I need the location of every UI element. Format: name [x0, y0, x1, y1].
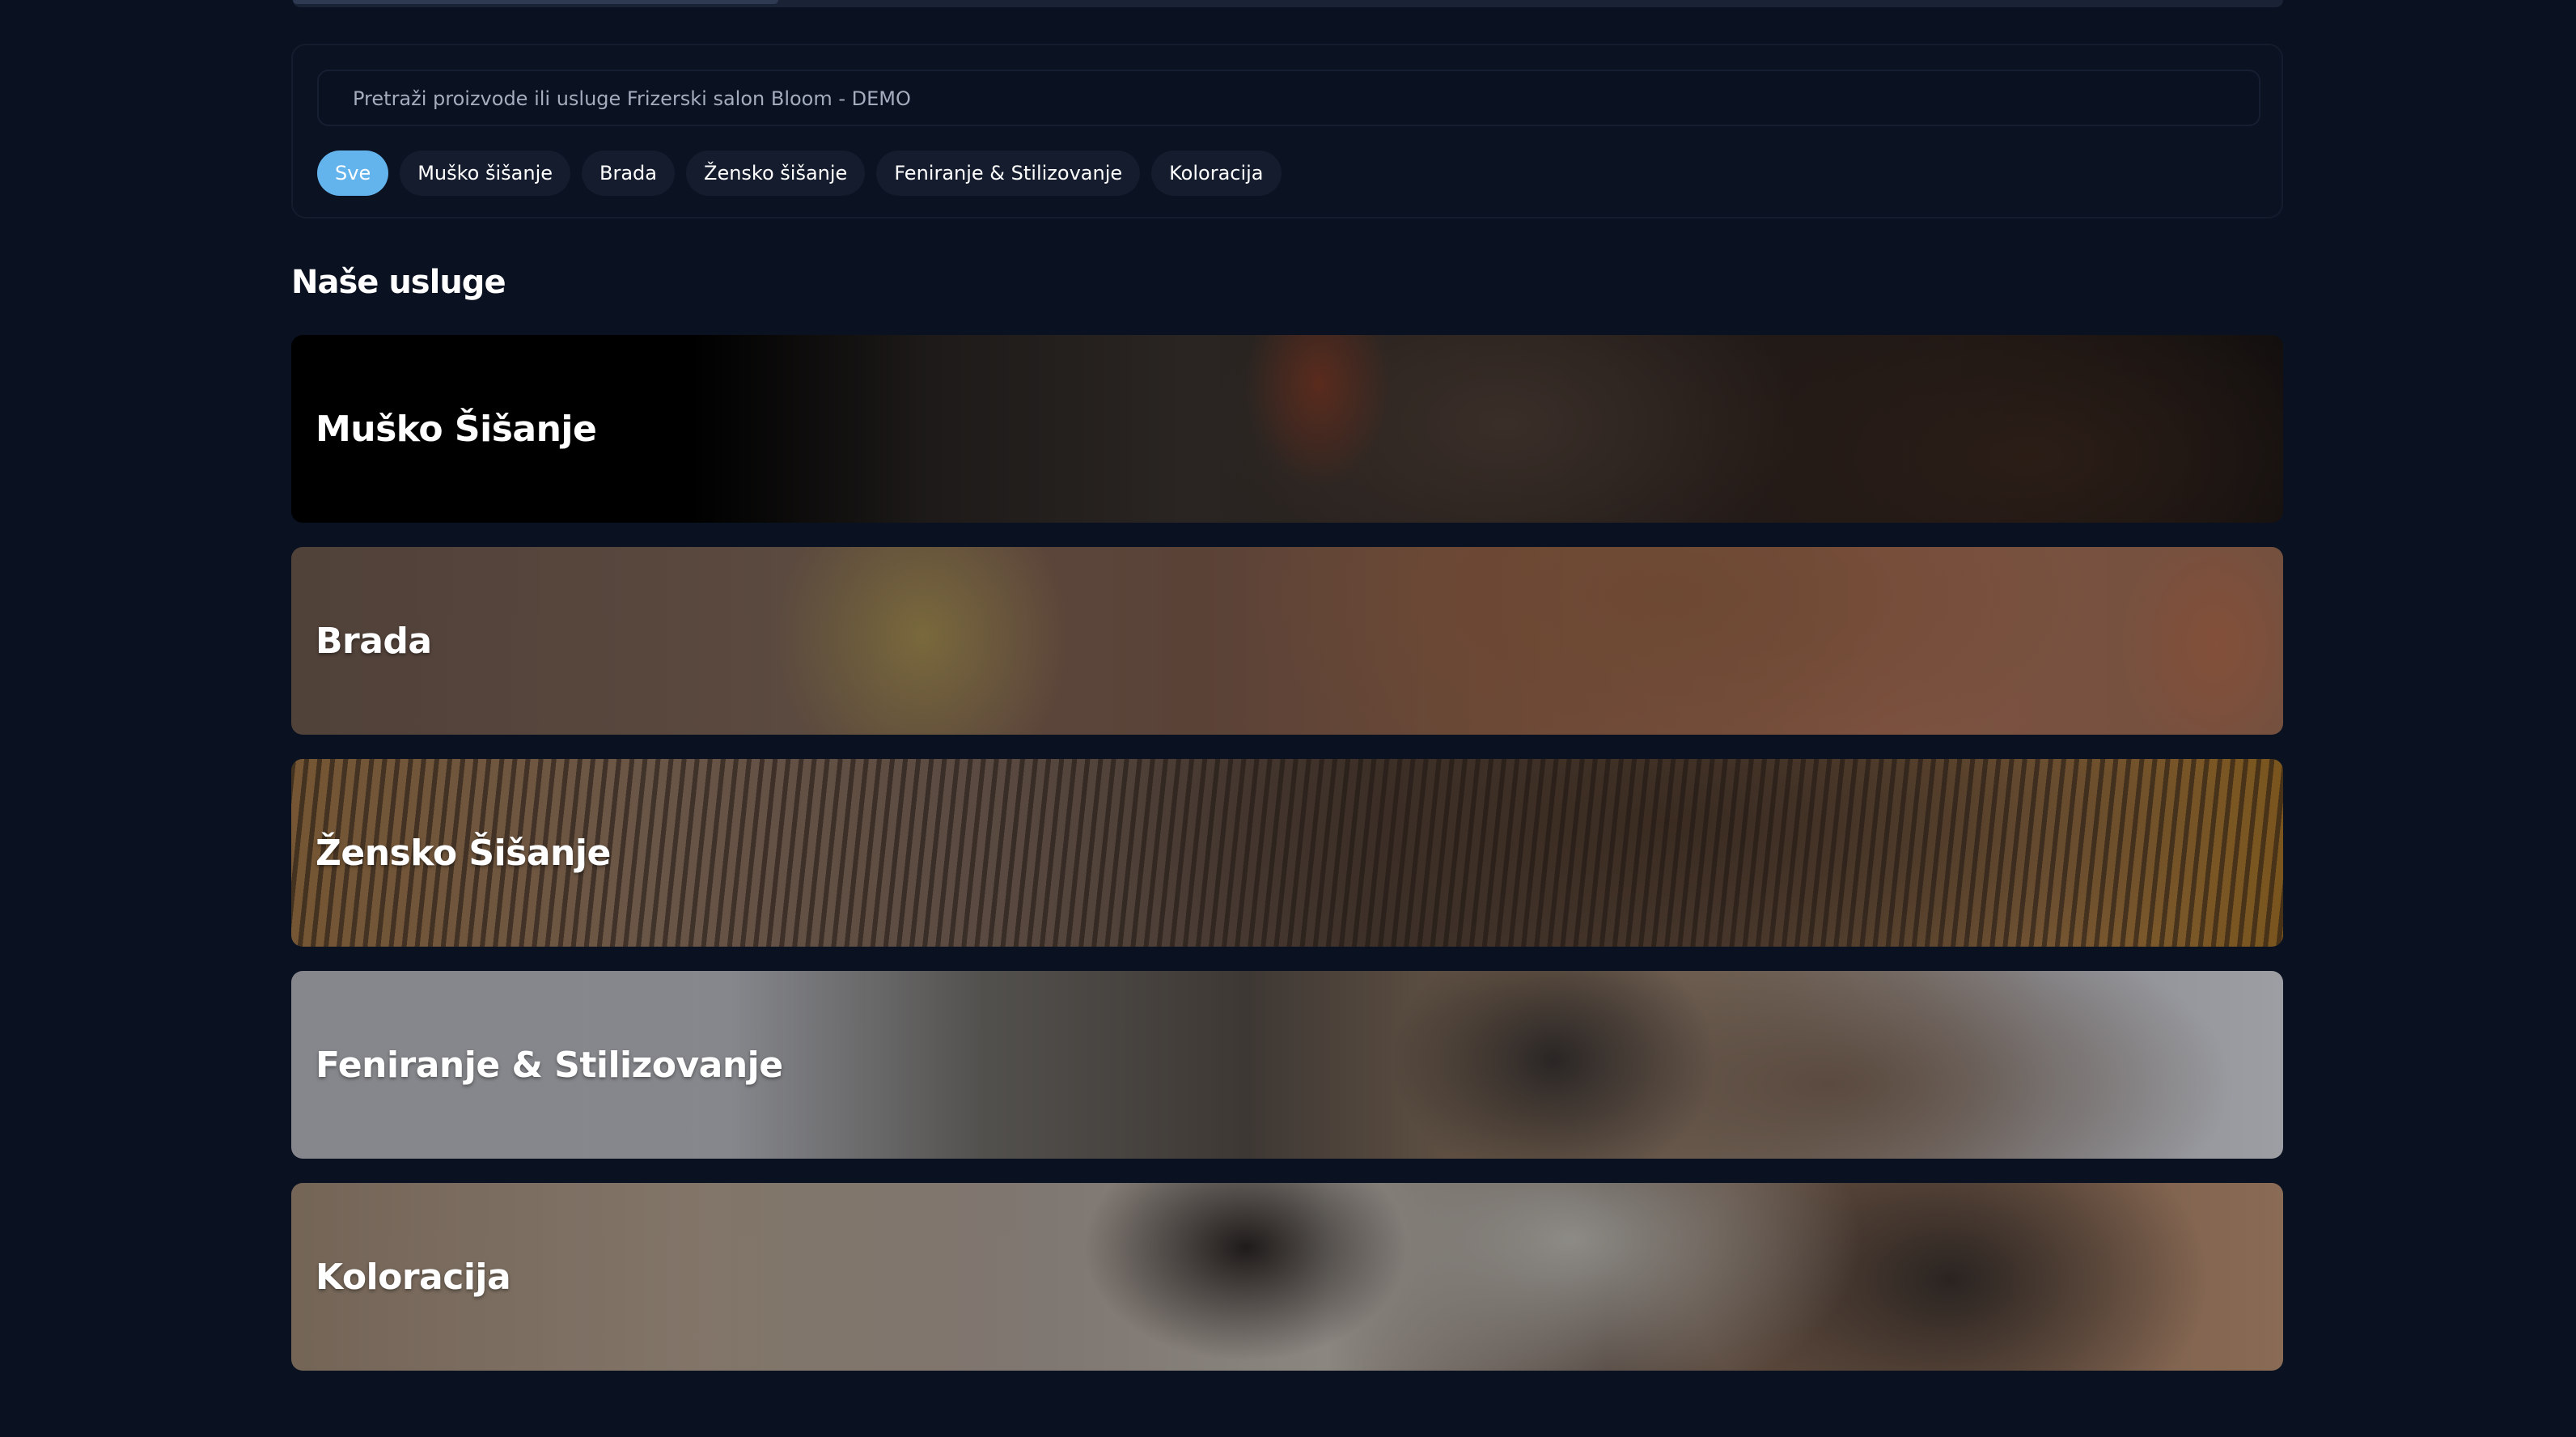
service-card-label: Žensko Šišanje [316, 832, 611, 874]
filter-chip-feniranje-stilizovanje[interactable]: Feniranje & Stilizovanje [876, 150, 1141, 196]
service-card-label: Muško Šišanje [316, 408, 597, 450]
service-card-brada[interactable]: Brada [291, 547, 2283, 735]
service-card-label: Koloracija [316, 1256, 511, 1298]
category-filters: Sve Muško šišanje Brada Žensko šišanje F… [317, 150, 1282, 196]
search-input[interactable] [351, 71, 2215, 126]
filter-chip-musko-sisanje[interactable]: Muško šišanje [400, 150, 571, 196]
top-panel-edge [293, 0, 2283, 7]
search-box[interactable] [317, 70, 2260, 126]
service-card-feniranje-stilizovanje[interactable]: Feniranje & Stilizovanje [291, 971, 2283, 1159]
service-card-koloracija[interactable]: Koloracija [291, 1183, 2283, 1371]
service-card-musko-sisanje[interactable]: Muško Šišanje [291, 335, 2283, 523]
service-card-zensko-sisanje[interactable]: Žensko Šišanje [291, 759, 2283, 947]
filter-chip-koloracija[interactable]: Koloracija [1151, 150, 1282, 196]
search-panel: Sve Muško šišanje Brada Žensko šišanje F… [291, 44, 2283, 218]
service-card-label: Feniranje & Stilizovanje [316, 1044, 783, 1086]
filter-chip-brada[interactable]: Brada [582, 150, 675, 196]
filter-chip-zensko-sisanje[interactable]: Žensko šišanje [686, 150, 866, 196]
filter-chip-sve[interactable]: Sve [317, 150, 389, 196]
services-heading: Naše usluge [291, 264, 506, 301]
top-panel-progress [293, 0, 778, 4]
service-card-photo [291, 1183, 2283, 1371]
service-card-label: Brada [316, 620, 432, 662]
service-card-photo [291, 547, 2283, 735]
